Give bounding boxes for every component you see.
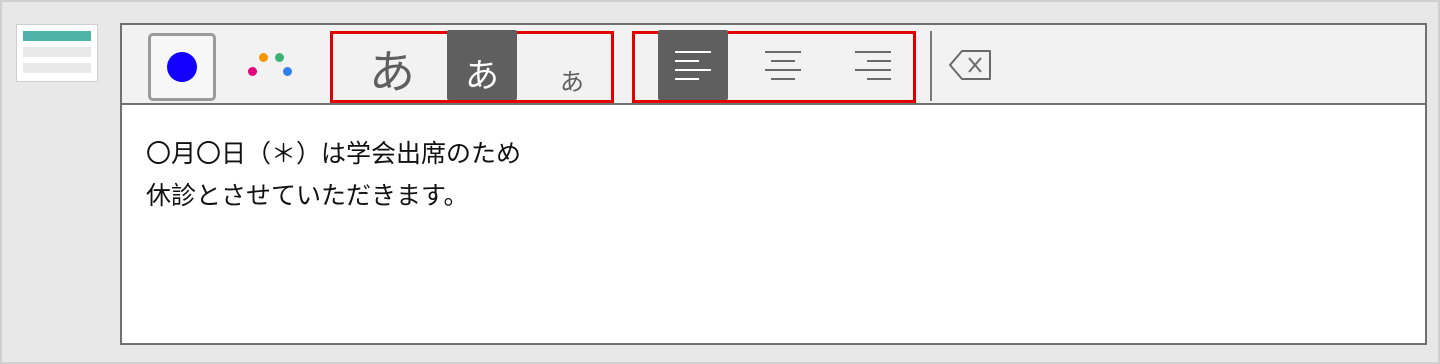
- text-editor: あ あ あ 〇月〇日（＊）は学会出席のため 休診とさせていただきます。: [120, 23, 1427, 345]
- text-size-medium-button[interactable]: あ: [447, 30, 517, 100]
- palette-dots-icon: [275, 53, 284, 62]
- backspace-icon: [949, 50, 991, 80]
- text-size-small-button[interactable]: あ: [537, 30, 607, 100]
- palette-dots-icon: [248, 67, 257, 76]
- palette-dots-icon: [259, 53, 268, 62]
- palette-dots-icon: [283, 67, 292, 76]
- align-center-icon: [765, 51, 801, 80]
- color-palette-button[interactable]: [240, 45, 300, 89]
- text-size-small-label: あ: [560, 68, 584, 96]
- layout-thumbnail[interactable]: [16, 24, 98, 82]
- editor-text-area[interactable]: 〇月〇日（＊）は学会出席のため 休診とさせていただきます。: [146, 133, 1405, 217]
- align-right-icon: [855, 51, 891, 80]
- align-right-button[interactable]: [838, 30, 908, 100]
- text-line: 休診とさせていただきます。: [146, 181, 469, 210]
- editor-toolbar: あ あ あ: [122, 25, 1425, 105]
- thumbnail-header-bar: [23, 31, 91, 41]
- toolbar-divider: [930, 31, 932, 101]
- color-swatch-icon: [167, 52, 197, 82]
- align-left-icon: [675, 51, 711, 80]
- thumbnail-line-bar: [23, 63, 91, 73]
- backspace-button[interactable]: [948, 49, 998, 85]
- align-center-button[interactable]: [748, 30, 818, 100]
- text-color-button[interactable]: [148, 33, 216, 101]
- align-left-button[interactable]: [658, 30, 728, 100]
- text-size-large-label: あ: [369, 45, 415, 99]
- text-size-large-button[interactable]: あ: [357, 30, 427, 100]
- text-line: 〇月〇日（＊）は学会出席のため: [146, 139, 522, 168]
- text-size-medium-label: あ: [465, 56, 499, 96]
- thumbnail-line-bar: [23, 47, 91, 57]
